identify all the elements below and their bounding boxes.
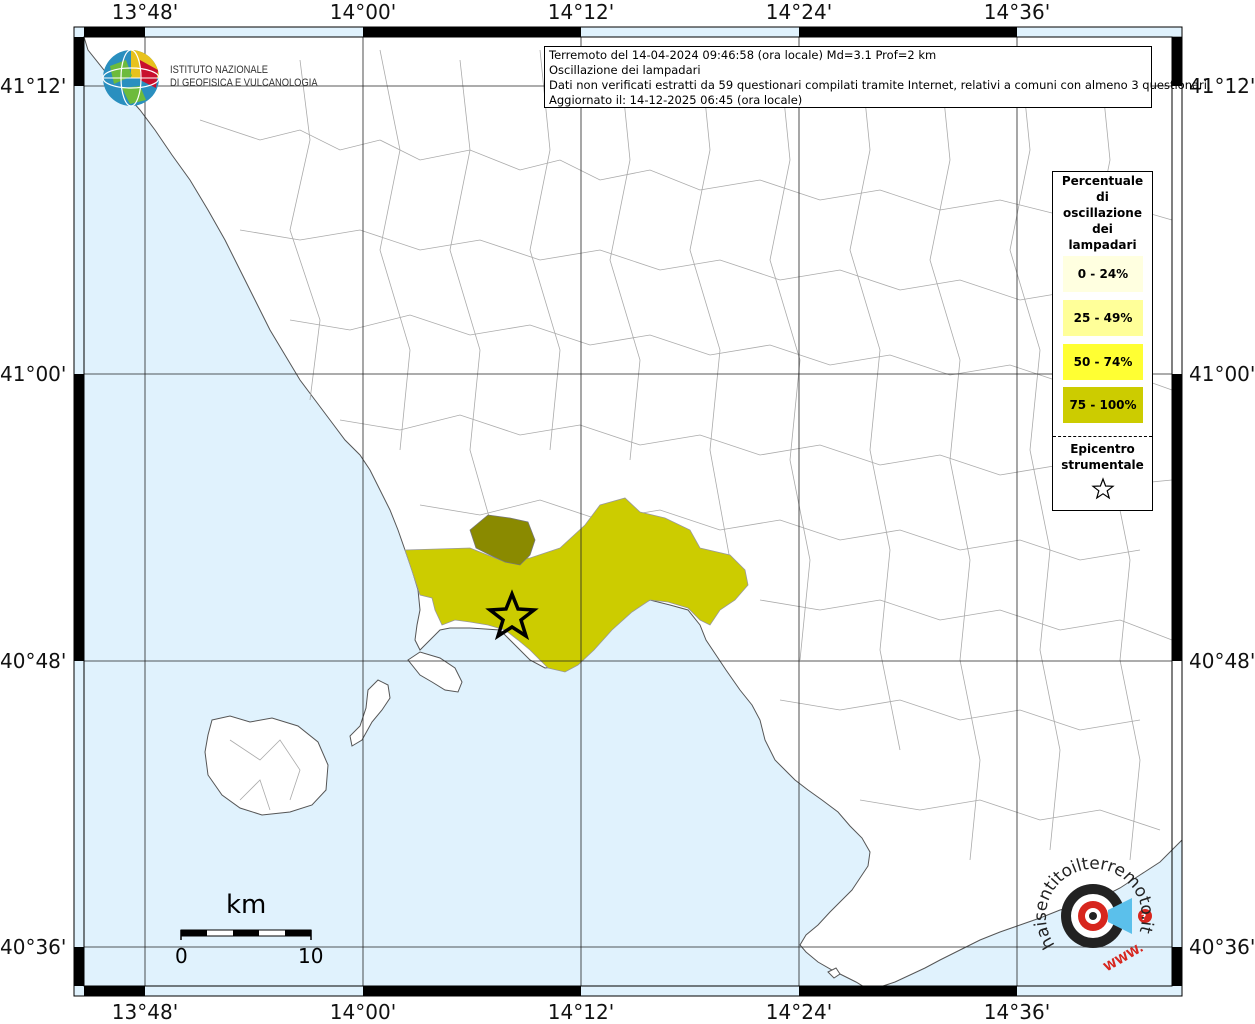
lon-label-top-1: 13°48'	[111, 0, 179, 24]
lon-label-top-4: 14°24'	[765, 0, 833, 24]
lon-label-bottom-4: 14°24'	[765, 1000, 833, 1024]
lon-label-top-5: 14°36'	[983, 0, 1051, 24]
scale-start: 0	[175, 944, 188, 968]
legend-title-line: Percentuale	[1061, 174, 1144, 188]
lon-label-bottom-3: 14°12'	[547, 1000, 615, 1024]
lon-label-top-3: 14°12'	[547, 0, 615, 24]
legend-class-4: 75 - 100%	[1063, 387, 1143, 423]
legend-class-2: 25 - 49%	[1063, 300, 1143, 336]
updated-at: Aggiornato il: 14-12-2025 06:45 (ora loc…	[549, 93, 803, 107]
legend: Percentuale di oscillazione dei lampadar…	[1052, 171, 1153, 511]
lat-label-left-2: 41°00'	[0, 362, 67, 386]
ingv-logo-text: ISTITUTO NAZIONALE DI GEOFISICA E VULCAN…	[170, 64, 318, 90]
logo-line-1: ISTITUTO NAZIONALE	[170, 64, 269, 76]
lat-label-left-4: 40°36'	[0, 935, 67, 959]
lat-label-left-1: 41°12'	[0, 74, 67, 98]
legend-title-line: dei	[1092, 222, 1113, 236]
legend-separator	[1053, 436, 1152, 437]
ingv-logo-icon	[102, 49, 160, 107]
event-info-box: Terremoto del 14-04-2024 09:46:58 (ora l…	[544, 46, 1211, 108]
legend-title-line: di	[1096, 190, 1109, 204]
lat-label-right-3: 40°48'	[1189, 649, 1255, 673]
star-icon	[1091, 477, 1115, 500]
legend-epicenter-label: Epicentro strumentale	[1053, 441, 1152, 473]
scale-end: 10	[298, 944, 324, 968]
data-note: Dati non verificati estratti da 59 quest…	[549, 78, 1211, 92]
lon-label-bottom-1: 13°48'	[111, 1000, 179, 1024]
legend-epicenter-line: Epicentro	[1070, 442, 1135, 456]
legend-class-3: 50 - 74%	[1063, 344, 1143, 380]
legend-class-1: 0 - 24%	[1063, 256, 1143, 292]
lat-label-right-4: 40°36'	[1189, 935, 1255, 959]
lon-label-bottom-5: 14°36'	[983, 1000, 1051, 1024]
logo-line-2: DI GEOFISICA E VULCANOLOGIA	[170, 77, 318, 89]
lon-label-top-2: 14°00'	[329, 0, 397, 24]
map-subject: Oscillazione dei lampadari	[549, 63, 701, 77]
scale-unit: km	[226, 890, 267, 920]
legend-title: Percentuale di oscillazione dei lampadar…	[1053, 173, 1152, 253]
map[interactable]: ? haisentitoilterremoto.it WWW.	[0, 0, 1255, 1024]
lat-label-left-3: 40°48'	[0, 649, 67, 673]
lon-label-bottom-2: 14°00'	[329, 1000, 397, 1024]
event-title: Terremoto del 14-04-2024 09:46:58 (ora l…	[549, 48, 937, 62]
legend-title-line: lampadari	[1068, 238, 1137, 252]
legend-title-line: oscillazione	[1063, 206, 1142, 220]
legend-epicenter-line: strumentale	[1061, 458, 1144, 472]
lat-label-right-2: 41°00'	[1189, 362, 1255, 386]
